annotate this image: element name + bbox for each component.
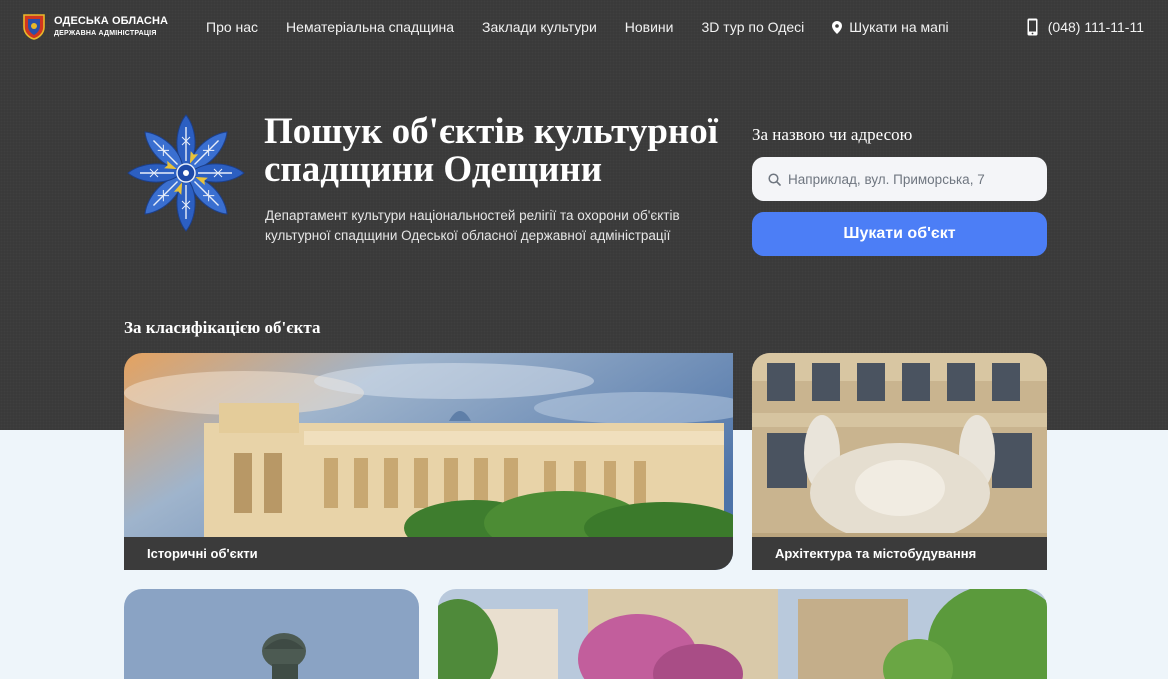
brand-title: ОДЕСЬКА ОБЛАСНА xyxy=(54,15,169,27)
page-title-line-2: спадщини Одещини xyxy=(264,149,603,190)
phone-number: (048) 111-11-11 xyxy=(1047,19,1144,35)
category-card-label: Архітектура та містобудування xyxy=(752,537,1047,570)
page-subtitle: Департамент культури національностей рел… xyxy=(265,206,725,246)
map-pin-icon xyxy=(832,20,843,34)
search-box[interactable] xyxy=(752,157,1047,201)
page-title-line-1: Пошук об'єктів культурної xyxy=(264,111,719,152)
category-card-historical[interactable]: Історичні об'єкти xyxy=(124,353,733,570)
page-subtitle-line-2: культурної спадщини Одеської обласної де… xyxy=(265,228,671,243)
mobile-phone-icon xyxy=(1027,18,1038,36)
search-input[interactable] xyxy=(788,171,1028,187)
classification-title: За класифікацією об'єкта xyxy=(124,318,321,337)
category-card-architecture[interactable]: Архітектура та містобудування xyxy=(752,353,1047,570)
search-object-button[interactable]: Шукати об'єкт xyxy=(752,212,1047,256)
category-card-monuments[interactable] xyxy=(124,589,419,679)
category-card-parks[interactable] xyxy=(438,589,1047,679)
nav-cultural-institutions[interactable]: Заклади культури xyxy=(482,19,597,35)
coat-of-arms-icon xyxy=(23,14,45,40)
nav-news[interactable]: Новини xyxy=(625,19,674,35)
nav-search-on-map-label: Шукати на мапі xyxy=(849,19,949,35)
category-card-label: Історичні об'єкти xyxy=(124,537,733,570)
nav-search-on-map[interactable]: Шукати на мапі xyxy=(832,19,949,35)
brand-logo[interactable]: ОДЕСЬКА ОБЛАСНА ДЕРЖАВНА АДМІНІСТРАЦІЯ xyxy=(22,13,168,40)
monument-statue-image xyxy=(124,589,419,679)
page-subtitle-line-1: Департамент культури національностей рел… xyxy=(265,208,680,223)
search-icon xyxy=(768,172,781,186)
nav-about[interactable]: Про нас xyxy=(206,19,258,35)
nav-3d-tour[interactable]: 3D тур по Одесі xyxy=(702,19,805,35)
park-street-image xyxy=(438,589,1047,679)
nav-intangible-heritage[interactable]: Нематеріальна спадщина xyxy=(286,19,454,35)
main-nav: Про нас Нематеріальна спадщина Заклади к… xyxy=(206,19,977,35)
brand-subtitle: ДЕРЖАВНА АДМІНІСТРАЦІЯ xyxy=(54,30,157,37)
page-title: Пошук об'єктів культурної спадщини Одещи… xyxy=(264,113,734,189)
heritage-flower-logo xyxy=(127,114,245,232)
top-navigation-bar: ОДЕСЬКА ОБЛАСНА ДЕРЖАВНА АДМІНІСТРАЦІЯ П… xyxy=(0,0,1168,56)
search-label: За назвою чи адресою xyxy=(752,125,913,144)
phone-contact[interactable]: (048) 111-11-11 xyxy=(1027,18,1144,36)
